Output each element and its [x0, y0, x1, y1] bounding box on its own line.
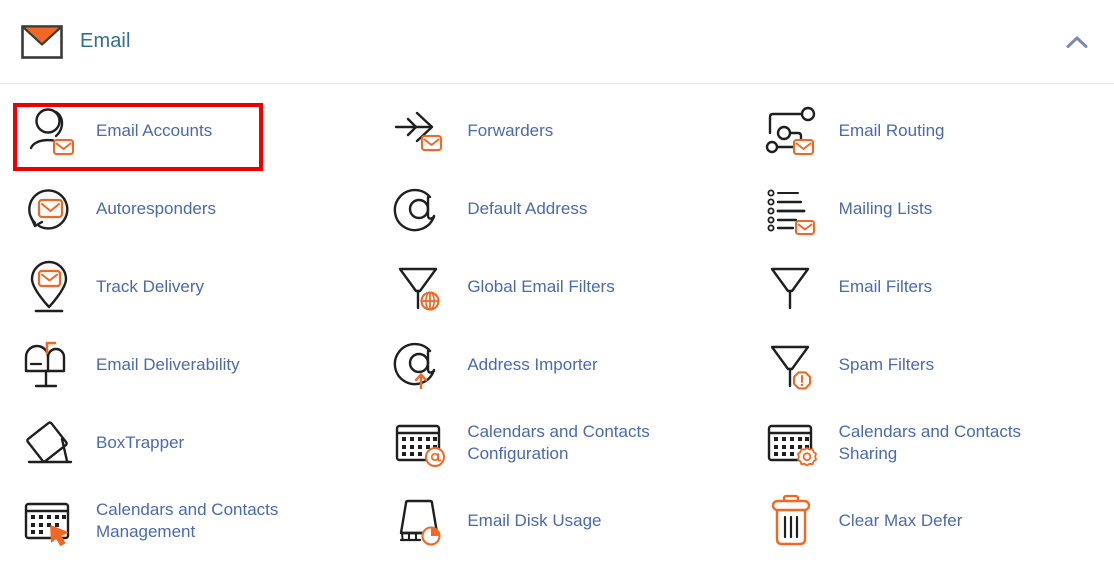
envelope-badge [421, 134, 443, 152]
user-envelope-icon [20, 100, 82, 162]
tile-clear-max-defer[interactable]: Clear Max Defer [743, 482, 1114, 560]
tile-label: Calendars and Contacts Management [96, 500, 279, 541]
calendar-icon [20, 490, 82, 552]
tile-autoresponders[interactable]: Autoresponders [0, 170, 371, 248]
at-sign-icon [391, 178, 453, 240]
tile-spam-filters[interactable]: Spam Filters [743, 326, 1114, 404]
panel-header: Email [0, 0, 1114, 84]
box-trap-icon [20, 412, 82, 474]
disk-icon [391, 490, 453, 552]
tile-email-disk-usage[interactable]: Email Disk Usage [371, 482, 742, 560]
arrow-forward-icon [391, 100, 453, 162]
tile-forwarders[interactable]: Forwarders [371, 92, 742, 170]
trash-icon-orange [763, 490, 825, 552]
tile-label: Spam Filters [838, 354, 935, 374]
map-pin-icon [20, 256, 82, 318]
tile-label: Email Routing [838, 120, 945, 140]
globe-badge [420, 291, 440, 311]
chevron-up-icon[interactable] [1060, 25, 1094, 59]
tile-email-deliverability[interactable]: Email Deliverability [0, 326, 371, 404]
tile-email-filters[interactable]: Email Filters [743, 248, 1114, 326]
tile-label: Calendars and Contacts Sharing [838, 422, 1022, 463]
funnel-icon [391, 256, 453, 318]
funnel-icon [763, 334, 825, 396]
gear-badge [796, 447, 817, 467]
tile-label: Global Email Filters [467, 276, 615, 296]
bullet-list-icon [763, 178, 825, 240]
envelope-badge [794, 219, 815, 236]
tile-label: Email Filters [838, 276, 933, 296]
envelope-badge [792, 138, 814, 156]
envelope-icon [20, 20, 64, 64]
tile-label: Email Disk Usage [467, 510, 602, 530]
email-panel: Email Email Accounts Forwarders Email Ro… [0, 0, 1114, 586]
tile-email-accounts[interactable]: Email Accounts [0, 92, 371, 170]
tile-mailing-lists[interactable]: Mailing Lists [743, 170, 1114, 248]
tile-label: Forwarders [467, 120, 554, 140]
tile-label: Default Address [467, 198, 588, 218]
tile-label: BoxTrapper [96, 432, 185, 452]
tile-default-address[interactable]: Default Address [371, 170, 742, 248]
at-badge [425, 447, 446, 467]
tile-label: Calendars and Contacts Configuration [467, 422, 650, 463]
warning-badge [792, 371, 811, 390]
tile-label: Autoresponders [96, 198, 217, 218]
email-feature-grid: Email Accounts Forwarders Email Routing … [0, 84, 1114, 560]
envelope-badge [37, 198, 64, 219]
tile-global-email-filters[interactable]: Global Email Filters [371, 248, 742, 326]
tile-label: Mailing Lists [838, 198, 933, 218]
tile-label: Email Deliverability [96, 354, 240, 374]
tile-address-importer[interactable]: Address Importer [371, 326, 742, 404]
tile-boxtrapper[interactable]: BoxTrapper [0, 404, 371, 482]
page-title: Email [80, 30, 131, 52]
tile-email-routing[interactable]: Email Routing [743, 92, 1114, 170]
routing-nodes-icon [763, 100, 825, 162]
calendar-icon [763, 412, 825, 474]
pie-badge [421, 526, 441, 546]
funnel-icon [763, 256, 825, 318]
tile-label: Track Delivery [96, 276, 204, 296]
tile-track-delivery[interactable]: Track Delivery [0, 248, 371, 326]
at-sign-icon [391, 334, 453, 396]
envelope-badge [37, 269, 62, 288]
calendar-icon [391, 412, 453, 474]
mailbox-icon [20, 334, 82, 396]
envelope-badge [52, 138, 75, 156]
tile-label: Clear Max Defer [838, 510, 963, 530]
tile-label: Address Importer [467, 354, 598, 374]
circular-arrow-icon [20, 178, 82, 240]
tile-calendars-contacts-configuration[interactable]: Calendars and Contacts Configuration [371, 404, 742, 482]
tile-calendars-contacts-management[interactable]: Calendars and Contacts Management [0, 482, 371, 560]
cursor-badge [50, 525, 68, 546]
tile-calendars-contacts-sharing[interactable]: Calendars and Contacts Sharing [743, 404, 1114, 482]
tile-label: Email Accounts [96, 120, 213, 140]
